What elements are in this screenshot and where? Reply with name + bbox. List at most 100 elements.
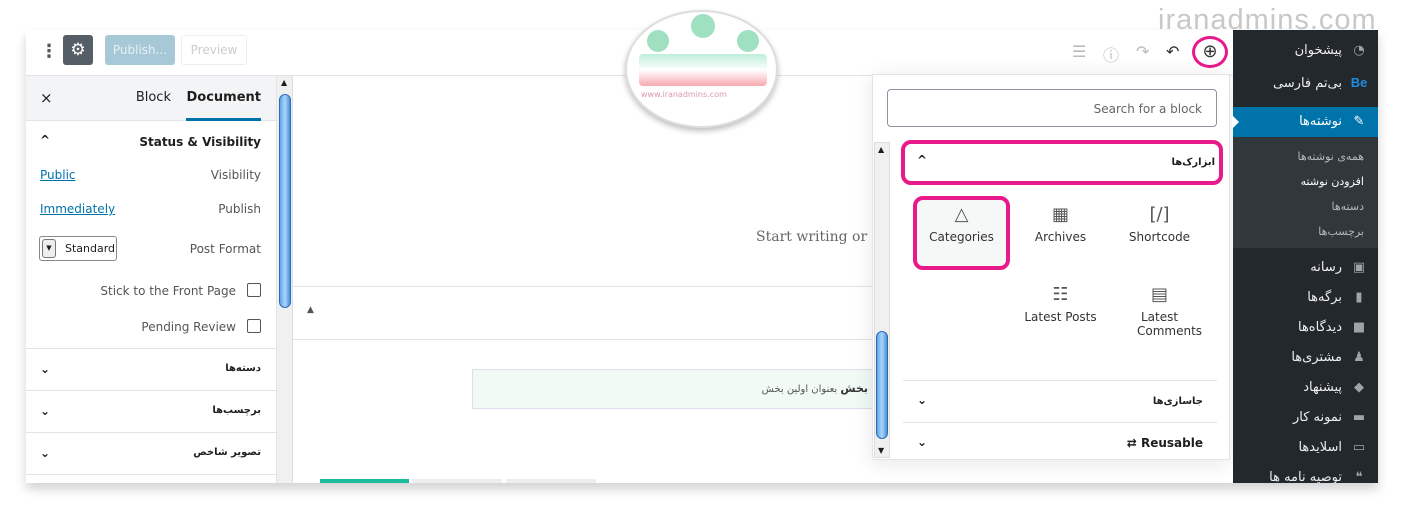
visibility-label: Visibility [210,168,261,182]
scroll-up-icon[interactable]: ▲ [281,78,287,87]
categories-panel[interactable]: ⌄ دسته‌ها [26,349,276,391]
block-placeholder[interactable]: Start writing or t [756,229,877,245]
be-logo-icon: Be [1350,75,1368,90]
menu-item-offers[interactable]: ◆ پیشنهاد [1233,375,1368,401]
menu-item-pages[interactable]: ▮ برگه‌ها [1233,285,1368,311]
chevron-down-icon: ⌄ [40,404,51,418]
list-view-icon[interactable]: ☰ [1072,42,1086,61]
calendar-icon: ▦ [1051,204,1069,225]
quote-icon: ❝ [1355,470,1363,483]
submenu: همه‌ی نوشته‌ها افزودن نوشته دسته‌ها برچس… [1233,137,1378,248]
post-format-value: Standard [65,242,116,255]
scrollbar-thumb[interactable] [279,94,291,308]
gear-icon: ⚙ [70,40,86,60]
submenu-item[interactable]: برچسب‌ها [1318,225,1364,238]
info-icon[interactable]: ⓘ [1103,42,1119,66]
chevron-down-icon: ⌄ [40,362,51,376]
pending-label: Pending Review [141,320,236,334]
editor-canvas: Start writing or t ▲ بخش بعنوان اولین بخ… [293,76,877,483]
notice-bold: بخش [840,382,868,395]
chevron-up-icon[interactable]: ^ [917,153,927,167]
menu-label: دیدگاه‌ها [1297,320,1342,335]
panel-title: Reusable [1140,436,1203,450]
block-latest-comments[interactable]: ▤ Latest Comments [1112,280,1207,338]
visibility-link[interactable]: Public [40,168,76,182]
slides-icon: ▭ [1352,440,1366,455]
menu-item-slides[interactable]: ▭ اسلایدها [1233,435,1368,461]
comments-icon: ■ [1352,320,1366,335]
menu-label: پیشخوان [1294,43,1342,58]
menu-label: اسلایدها [1298,440,1342,455]
kebab-icon[interactable]: ⋮ [40,42,58,62]
undo-icon[interactable]: ↶ [1166,42,1179,61]
menu-label: بی‌تم فارسی [1272,76,1342,91]
logo-url: www.iranadmins.com [641,90,727,99]
publish-button[interactable]: Publish... [105,35,175,65]
add-block-icon: ⊕ [1202,41,1218,62]
settings-button[interactable]: ⚙ [63,35,93,65]
sidebar-scrollbar[interactable]: ▲ [277,76,293,483]
block-label: Latest Comments [1137,310,1203,338]
menu-label: نمونه کار [1293,410,1342,425]
reusable-panel[interactable]: ⌄ ⇄ Reusable [903,422,1217,464]
block-categories[interactable]: △ Categories [914,200,1009,244]
menu-item-posts[interactable]: ✎ نوشته‌ها [1232,107,1378,137]
user-icon: ♟ [1353,350,1365,365]
menu-item-dashboard[interactable]: ◔ پیشخوان [1233,38,1368,64]
sticky-checkbox[interactable] [247,283,261,297]
watermark-text: iranadmins.com [1158,4,1377,36]
embeds-panel[interactable]: ⌄ جاسازی‌ها [903,380,1217,422]
folder-icon: ▬ [1352,410,1366,425]
publish-label: Publish [218,202,261,216]
menu-item-media[interactable]: ▣ رسانه [1233,255,1368,281]
preview-button[interactable]: Preview [181,35,247,65]
menu-item-betheme[interactable]: Be بی‌تم فارسی [1233,70,1368,96]
post-format-select[interactable]: ▼ Standard [39,236,117,261]
tab-indicator [412,479,502,483]
block-search-input[interactable]: Search for a block [887,89,1217,127]
add-block-button[interactable]: ⊕ [1192,36,1228,68]
pending-review-checkbox[interactable] [247,319,261,333]
scroll-up-icon[interactable]: ▲ [878,145,884,154]
block-label: Categories [929,230,994,244]
chevron-down-icon: ⌄ [40,446,51,460]
menu-item-comments[interactable]: ■ دیدگاه‌ها [1233,315,1368,341]
tab-document[interactable]: Document [186,76,261,121]
active-arrow [1232,115,1246,129]
featured-image-panel[interactable]: ⌄ تصویر شاخص [26,433,276,475]
menu-item-testimonials[interactable]: ❝ توصیه نامه ها [1233,465,1368,483]
block-latest-posts[interactable]: ☷ Latest Posts [1013,280,1108,324]
tab-block[interactable]: Block [136,90,171,105]
chevron-down-icon: ⌄ [917,435,928,449]
block-archives[interactable]: ▦ Archives [1013,200,1108,244]
submenu-item[interactable]: همه‌ی نوشته‌ها [1298,150,1365,163]
menu-label: رسانه [1310,260,1342,275]
submenu-item[interactable]: دسته‌ها [1332,200,1364,213]
menu-label: پیشنهاد [1303,380,1342,395]
close-icon[interactable]: × [40,89,53,107]
scrollbar-thumb[interactable] [876,331,888,439]
tags-panel[interactable]: ⌄ برچسب‌ها [26,391,276,433]
collapse-icon[interactable]: ▲ [307,305,314,315]
settings-sidebar: × Document Block ^ Status & Visibility P… [26,76,277,483]
menu-item-portfolio[interactable]: ▬ نمونه کار [1233,405,1368,431]
widgets-panel-title[interactable]: ابزارک‌ها [1171,157,1215,168]
block-label: Archives [1034,230,1087,244]
tab-indicator [320,479,409,483]
admin-menu: ◔ پیشخوان Be بی‌تم فارسی ✎ نوشته‌ها همه‌ی ن… [1232,30,1378,483]
panel-title[interactable]: Status & Visibility [139,135,261,149]
chevron-up-icon[interactable]: ^ [40,133,50,147]
submenu-item-current[interactable]: افزودن نوشته [1301,175,1364,188]
inserter-scrollbar[interactable]: ▲ ▼ [874,142,890,458]
publish-date-link[interactable]: Immediately [40,202,115,216]
block-shortcode[interactable]: [/] Shortcode [1112,200,1207,244]
notice-text: بعنوان اولین بخش [761,384,838,395]
list-icon: ☷ [1052,284,1069,305]
menu-item-clients[interactable]: ♟ مشتری‌ها [1233,345,1368,371]
comment-icon: ▤ [1150,284,1168,305]
scroll-down-icon[interactable]: ▼ [878,446,884,455]
menu-label: توصیه نامه ها [1269,470,1342,483]
redo-icon[interactable]: ↷ [1136,42,1149,61]
panel-title: برچسب‌ها [212,405,261,416]
watermark-logo: www.iranadmins.com [625,10,778,128]
